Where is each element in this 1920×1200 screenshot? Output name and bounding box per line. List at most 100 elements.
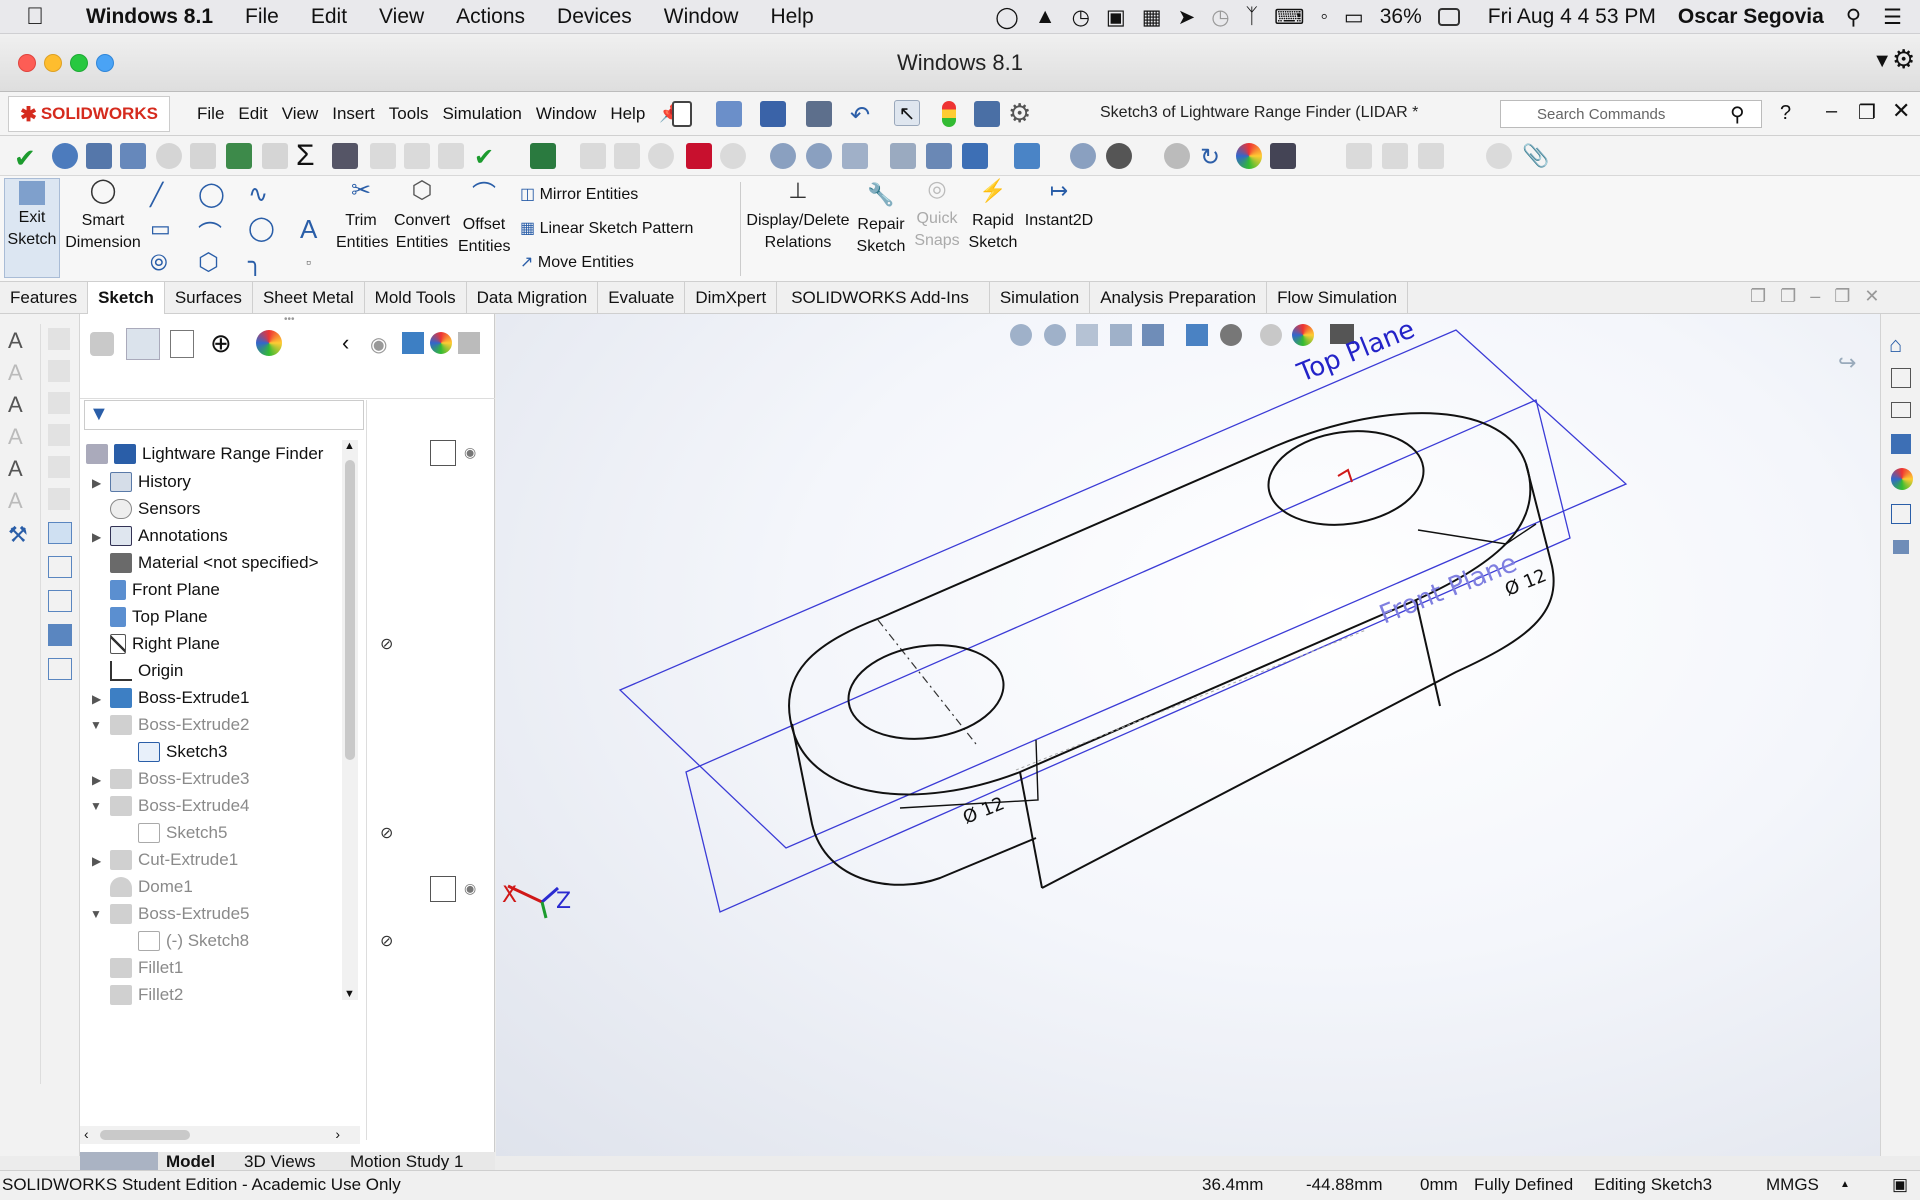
sketch-circle-right[interactable] (1262, 422, 1429, 535)
check-sketch-icon[interactable] (226, 143, 252, 169)
tab-flow-simulation[interactable]: Flow Simulation (1267, 282, 1409, 314)
sum-icon[interactable]: Σ (296, 139, 322, 172)
scroll-up-icon[interactable]: ▲ (344, 440, 355, 452)
ellipse-tool-icon[interactable]: ◯ (248, 214, 275, 243)
smart-dimension-button[interactable]: ◯ Smart Dimension (64, 179, 142, 254)
grid-icon[interactable]: ▦ (1134, 5, 1170, 30)
configuration-manager-tab-icon[interactable] (170, 330, 194, 358)
clock[interactable]: Fri Aug 4 4 53 PM (1468, 5, 1664, 29)
hide-show-tree-icon[interactable]: ◉ (370, 332, 387, 357)
part-right-edge[interactable] (1041, 463, 1555, 889)
circle-tool-icon[interactable]: ◯ (198, 180, 225, 209)
confirm-sketch-icon[interactable]: ✔ (14, 143, 40, 173)
exit-sketch-button[interactable]: Exit Sketch (4, 178, 60, 278)
appearance-tree-icon[interactable] (430, 332, 452, 354)
spotlight-icon[interactable]: ⚲ (1832, 5, 1869, 30)
tree-node-origin[interactable]: Origin (110, 657, 183, 684)
display-pane-dome-icon[interactable]: ◉ (464, 880, 476, 897)
status-dropdown-icon[interactable]: ▲ (1840, 1179, 1850, 1190)
rectangle-tool-icon[interactable]: ▭ (150, 216, 171, 242)
linear-sketch-pattern-button[interactable]: ▦ Linear Sketch Pattern (520, 218, 693, 238)
time-machine-icon[interactable]: ◷ (1203, 5, 1237, 30)
hide-show-icon[interactable] (1106, 143, 1132, 169)
file-properties-icon[interactable] (974, 101, 1000, 127)
tab-mold-tools[interactable]: Mold Tools (365, 282, 467, 314)
tree-filter-input[interactable]: ▼ (84, 400, 364, 430)
tab-sketch[interactable]: Sketch (88, 282, 165, 314)
notification-center-icon[interactable]: ☰ (1869, 5, 1920, 30)
drive-icon[interactable]: ▲ (1027, 5, 1064, 29)
mac-menu-help[interactable]: Help (754, 5, 829, 29)
spline-tool-icon[interactable]: ∿ (248, 180, 268, 209)
scene-tree-icon[interactable] (458, 332, 480, 354)
feature-manager-tab-icon[interactable] (90, 332, 114, 356)
trim-entities-button[interactable]: ✂ Trim Entities (336, 179, 388, 254)
graphics-viewport[interactable]: ↪ Top Plane Front Plane Ø 12 Ø 12 X Z (496, 314, 1880, 1156)
search-icon[interactable]: ⚲ (1730, 102, 1745, 127)
scene-icon[interactable] (1236, 143, 1262, 169)
property-manager-tab-icon[interactable] (126, 328, 160, 360)
tab-3d-views[interactable]: 3D Views (244, 1152, 316, 1170)
collapse-boss2-arrow[interactable]: ▼ (90, 718, 102, 732)
tab-motion-study-1[interactable]: Motion Study 1 (350, 1152, 463, 1170)
mac-menu-actions[interactable]: Actions (440, 5, 541, 29)
appearances-icon[interactable] (1891, 468, 1913, 490)
part-mid-edge[interactable] (1019, 771, 1043, 889)
screenshot-icon[interactable]: ▣ (1098, 5, 1134, 30)
tree-node-right-plane[interactable]: Right Plane (110, 630, 220, 657)
mac-menu-view[interactable]: View (363, 5, 440, 29)
annotation-3-icon[interactable]: A (8, 392, 23, 418)
undo-icon[interactable]: ↶ (850, 101, 876, 129)
tab-data-migration[interactable]: Data Migration (467, 282, 599, 314)
view-orientation-icon[interactable] (962, 143, 988, 169)
sw-menu-help[interactable]: Help (603, 104, 652, 124)
dimension-left-label[interactable]: Ø 12 (960, 793, 1008, 829)
zoom-in-out-icon[interactable] (1070, 143, 1096, 169)
options-icon[interactable]: ⚙ (1008, 98, 1034, 128)
zoom-to-fit-icon[interactable] (770, 143, 796, 169)
tools-icon[interactable]: ⚒ (8, 522, 28, 548)
open-icon[interactable] (716, 101, 742, 127)
sketch-edit-icon[interactable] (48, 556, 72, 578)
sketch-grid-icon[interactable] (48, 522, 72, 544)
rebuild-icon[interactable] (942, 101, 956, 127)
tree-node-boss-extrude4[interactable]: Boss-Extrude4 (110, 792, 250, 819)
tree-node-sensors[interactable]: Sensors (110, 495, 200, 522)
hidden-sketch5-icon[interactable]: ⊘ (380, 823, 393, 843)
tab-solidworks-addins[interactable]: SOLIDWORKS Add-Ins (777, 282, 990, 314)
top-plane-label[interactable]: Top Plane (1292, 314, 1419, 388)
sw-menu-window[interactable]: Window (529, 104, 603, 124)
collapse-arrow-icon[interactable]: ‹ (342, 330, 349, 356)
creative-cloud-icon[interactable]: ◯ (987, 5, 1027, 30)
dimxpert-manager-tab-icon[interactable]: ⊕ (210, 328, 232, 359)
expand-boss3-arrow[interactable]: ▶ (92, 773, 101, 787)
scroll-down-icon[interactable]: ▼ (344, 988, 355, 1000)
model-drawing[interactable]: Top Plane Front Plane Ø 12 Ø 12 X Z (496, 314, 1880, 1156)
window-dropdown-icon[interactable]: ▼ (1872, 50, 1892, 73)
save-icon[interactable] (760, 101, 786, 127)
line-tool-icon[interactable]: ╱ (150, 182, 163, 208)
window-settings-icon[interactable]: ⚙ (1892, 44, 1920, 75)
check-entities-icon[interactable]: ✔ (474, 143, 500, 171)
sw-restore-icon[interactable]: ❐ (1858, 100, 1876, 125)
mac-menu-devices[interactable]: Devices (541, 5, 648, 29)
convert-entities-button[interactable]: ⬡ Convert Entities (390, 179, 454, 254)
design-library-icon[interactable] (1891, 368, 1911, 388)
sketch-fillet-icon[interactable] (120, 143, 146, 169)
move-entities-button[interactable]: ↗ Move Entities (520, 252, 634, 272)
mac-app-name[interactable]: Windows 8.1 (60, 5, 229, 29)
wifi-icon[interactable]: ◦ (1312, 5, 1335, 29)
keyboard-icon[interactable]: ⌨ (1266, 5, 1312, 30)
display-manager-tab-icon[interactable] (256, 330, 282, 356)
measure-icon[interactable] (332, 143, 358, 169)
rotate-icon[interactable]: ↻ (1200, 143, 1226, 171)
hidden-right-plane-icon[interactable]: ⊘ (380, 634, 393, 654)
expand-cut1-arrow[interactable]: ▶ (92, 854, 101, 868)
custom-properties-icon[interactable] (1891, 504, 1911, 524)
tree-node-root[interactable]: Lightware Range Finder (86, 440, 323, 467)
collapse-boss5-arrow[interactable]: ▼ (90, 907, 102, 921)
tree-node-boss-extrude5[interactable]: Boss-Extrude5 (110, 900, 250, 927)
instant2d-button[interactable]: ↦ Instant2D (1022, 180, 1096, 232)
home-icon[interactable]: ⌂ (1889, 332, 1902, 358)
tab-simulation[interactable]: Simulation (990, 282, 1091, 314)
